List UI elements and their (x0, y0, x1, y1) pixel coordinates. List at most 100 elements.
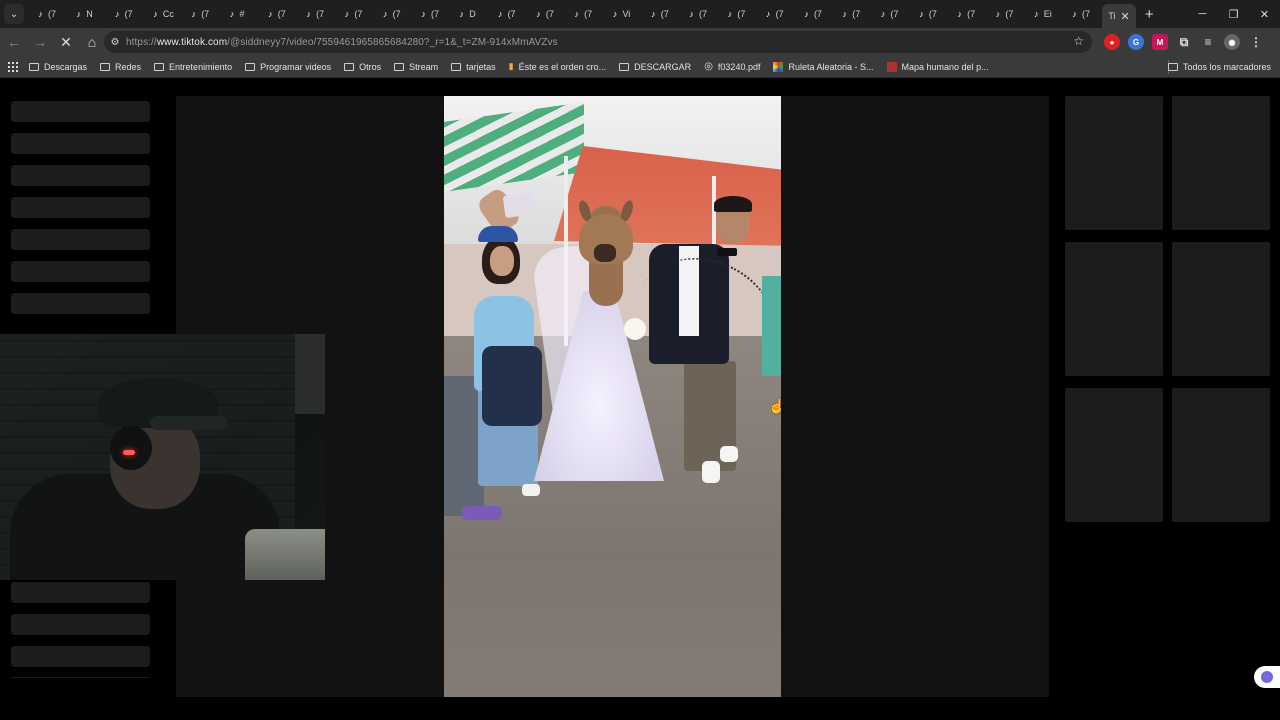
bookmark-item[interactable]: Stream (394, 62, 438, 72)
site-info-icon[interactable]: ⚙ (104, 37, 126, 48)
bookmark-item[interactable]: Otros (344, 62, 381, 72)
translate-extension-icon[interactable]: G (1128, 34, 1144, 50)
tab[interactable]: ♪ (7 (681, 0, 719, 28)
tab-label: Vi (622, 9, 631, 19)
bookmark-label: Entretenimiento (169, 61, 233, 72)
tab[interactable]: ♪ N (68, 0, 106, 28)
tab-label: (7 (660, 9, 669, 19)
folder-icon (451, 62, 462, 71)
girl-cap (478, 226, 518, 242)
bookmark-label: Mapa humano del p... (901, 61, 989, 72)
tab-label: (7 (507, 9, 516, 19)
tab[interactable]: ♪ (7 (107, 0, 145, 28)
tab[interactable]: ♪ (7 (719, 0, 757, 28)
bookmark-item[interactable]: Programar videos (245, 62, 331, 72)
tab[interactable]: ♪ Cc (145, 0, 183, 28)
cap-brim (150, 416, 228, 430)
tab[interactable]: ♪ (7 (298, 0, 336, 28)
bookmark-label: DESCARGAR (634, 61, 692, 72)
back-icon[interactable]: ← (2, 30, 26, 54)
bookmark-item[interactable]: ◎ f03240.pdf (704, 61, 760, 72)
tab-label: (7 (545, 9, 554, 19)
new-tab-button[interactable]: + (1136, 6, 1162, 23)
tab-label: # (239, 9, 245, 19)
tab[interactable]: ♪ (7 (643, 0, 681, 28)
close-tab-icon[interactable]: ✕ (1120, 10, 1129, 23)
all-bookmarks-button[interactable]: Todos los marcadores (1167, 62, 1271, 72)
bookmarks-bar: Descargas Redes Entretenimiento Programar v… (0, 56, 1280, 78)
tiktok-icon: ♪ (382, 9, 388, 19)
folder-icon (394, 62, 405, 71)
tab[interactable]: ♪ (7 (949, 0, 987, 28)
tiktok-icon: ♪ (536, 9, 541, 19)
tab[interactable]: ♪ D (451, 0, 489, 28)
tab[interactable]: ♪ (7 (183, 0, 221, 28)
globe-icon: ◎ (704, 61, 713, 72)
bookmark-item[interactable]: Mapa humano del p... (886, 61, 989, 72)
tab-label: D (469, 9, 476, 19)
tab[interactable]: ♪ (7 (336, 0, 374, 28)
tab[interactable]: ♪ (7 (30, 0, 68, 28)
tab[interactable]: ♪ (7 (375, 0, 413, 28)
tab-label: (7 (316, 9, 325, 19)
skeleton-thumbnail (1172, 242, 1270, 376)
browser-menu-icon[interactable]: ⋮ (1248, 34, 1264, 50)
tab[interactable]: ♪ (7 (528, 0, 566, 28)
sidebar-divider (11, 677, 150, 678)
skeleton-thumbnail (1172, 388, 1270, 522)
tab[interactable]: ♪ Ei (1026, 0, 1064, 28)
stop-loading-icon[interactable]: ✕ (54, 30, 78, 54)
profile-avatar-icon[interactable]: ◉ (1224, 34, 1240, 50)
tab[interactable]: ♪ (7 (490, 0, 528, 28)
tiktok-icon: ♪ (919, 9, 924, 19)
apps-grid-icon[interactable] (8, 61, 18, 72)
tab[interactable]: ♪ (7 (987, 0, 1025, 28)
tab-active[interactable]: Ti ✕ (1102, 4, 1137, 28)
skeleton-item (11, 165, 150, 186)
wheel-icon (773, 61, 784, 72)
address-bar[interactable]: ⚙ https://www.tiktok.com/@siddneyy7/vide… (104, 31, 1092, 53)
skeleton-thumbnail (1065, 388, 1163, 522)
bookmark-item[interactable]: DESCARGAR (619, 62, 691, 72)
bookmark-item[interactable]: Descargas (29, 62, 87, 72)
m-extension-icon[interactable]: M (1152, 34, 1168, 50)
tiktok-icon: ♪ (689, 9, 694, 19)
bookmark-item[interactable]: Redes (100, 62, 141, 72)
tab[interactable]: ♪ (7 (758, 0, 796, 28)
minimize-icon[interactable]: ─ (1187, 0, 1218, 28)
tab[interactable]: ♪ (7 (260, 0, 298, 28)
media-controls-icon[interactable]: ≡ (1200, 34, 1216, 50)
extensions-puzzle-icon[interactable]: ⧉ (1176, 34, 1192, 50)
tab-label: Ei (1043, 9, 1052, 19)
bookmark-item[interactable]: ▮ Éste es el orden cro... (509, 61, 607, 72)
tab[interactable]: ♪ # (221, 0, 259, 28)
tab[interactable]: ♪ Vi (604, 0, 642, 28)
bookmark-star-icon[interactable]: ☆ (1073, 34, 1084, 48)
bookmark-item[interactable]: Entretenimiento (154, 62, 232, 72)
held-jacket (482, 346, 542, 426)
tab[interactable]: ♪ (7 (834, 0, 872, 28)
tab[interactable]: ♪ (7 (1064, 0, 1102, 28)
window-controls: ─ ❐ ✕ (1187, 0, 1280, 28)
tab[interactable]: ♪ (7 (413, 0, 451, 28)
tab[interactable]: ♪ (7 (796, 0, 834, 28)
tab[interactable]: ♪ (7 (873, 0, 911, 28)
video-frame[interactable] (444, 96, 781, 697)
bookmark-item[interactable]: tarjetas (451, 62, 496, 72)
url-text: https://www.tiktok.com/@siddneyy7/video/… (126, 36, 558, 48)
tab[interactable]: ♪ (7 (911, 0, 949, 28)
close-window-icon[interactable]: ✕ (1249, 0, 1280, 28)
forward-icon[interactable]: → (28, 30, 52, 54)
restore-icon[interactable]: ❐ (1218, 0, 1249, 28)
tab-label: (7 (699, 9, 708, 19)
recording-extension-icon[interactable]: ● (1104, 34, 1120, 50)
tab[interactable]: ♪ (7 (566, 0, 604, 28)
tiktok-icon: ♪ (114, 9, 120, 19)
home-icon[interactable]: ⌂ (80, 30, 104, 54)
tab-search-chevron-icon[interactable]: ⌄ (4, 4, 24, 24)
llama-snout (594, 244, 616, 262)
assistant-floating-icon[interactable] (1254, 666, 1280, 688)
tab-label: (7 (430, 9, 439, 19)
tab-label: (7 (201, 9, 210, 19)
bookmark-item[interactable]: Ruleta Aleatoria - S... (773, 61, 874, 72)
